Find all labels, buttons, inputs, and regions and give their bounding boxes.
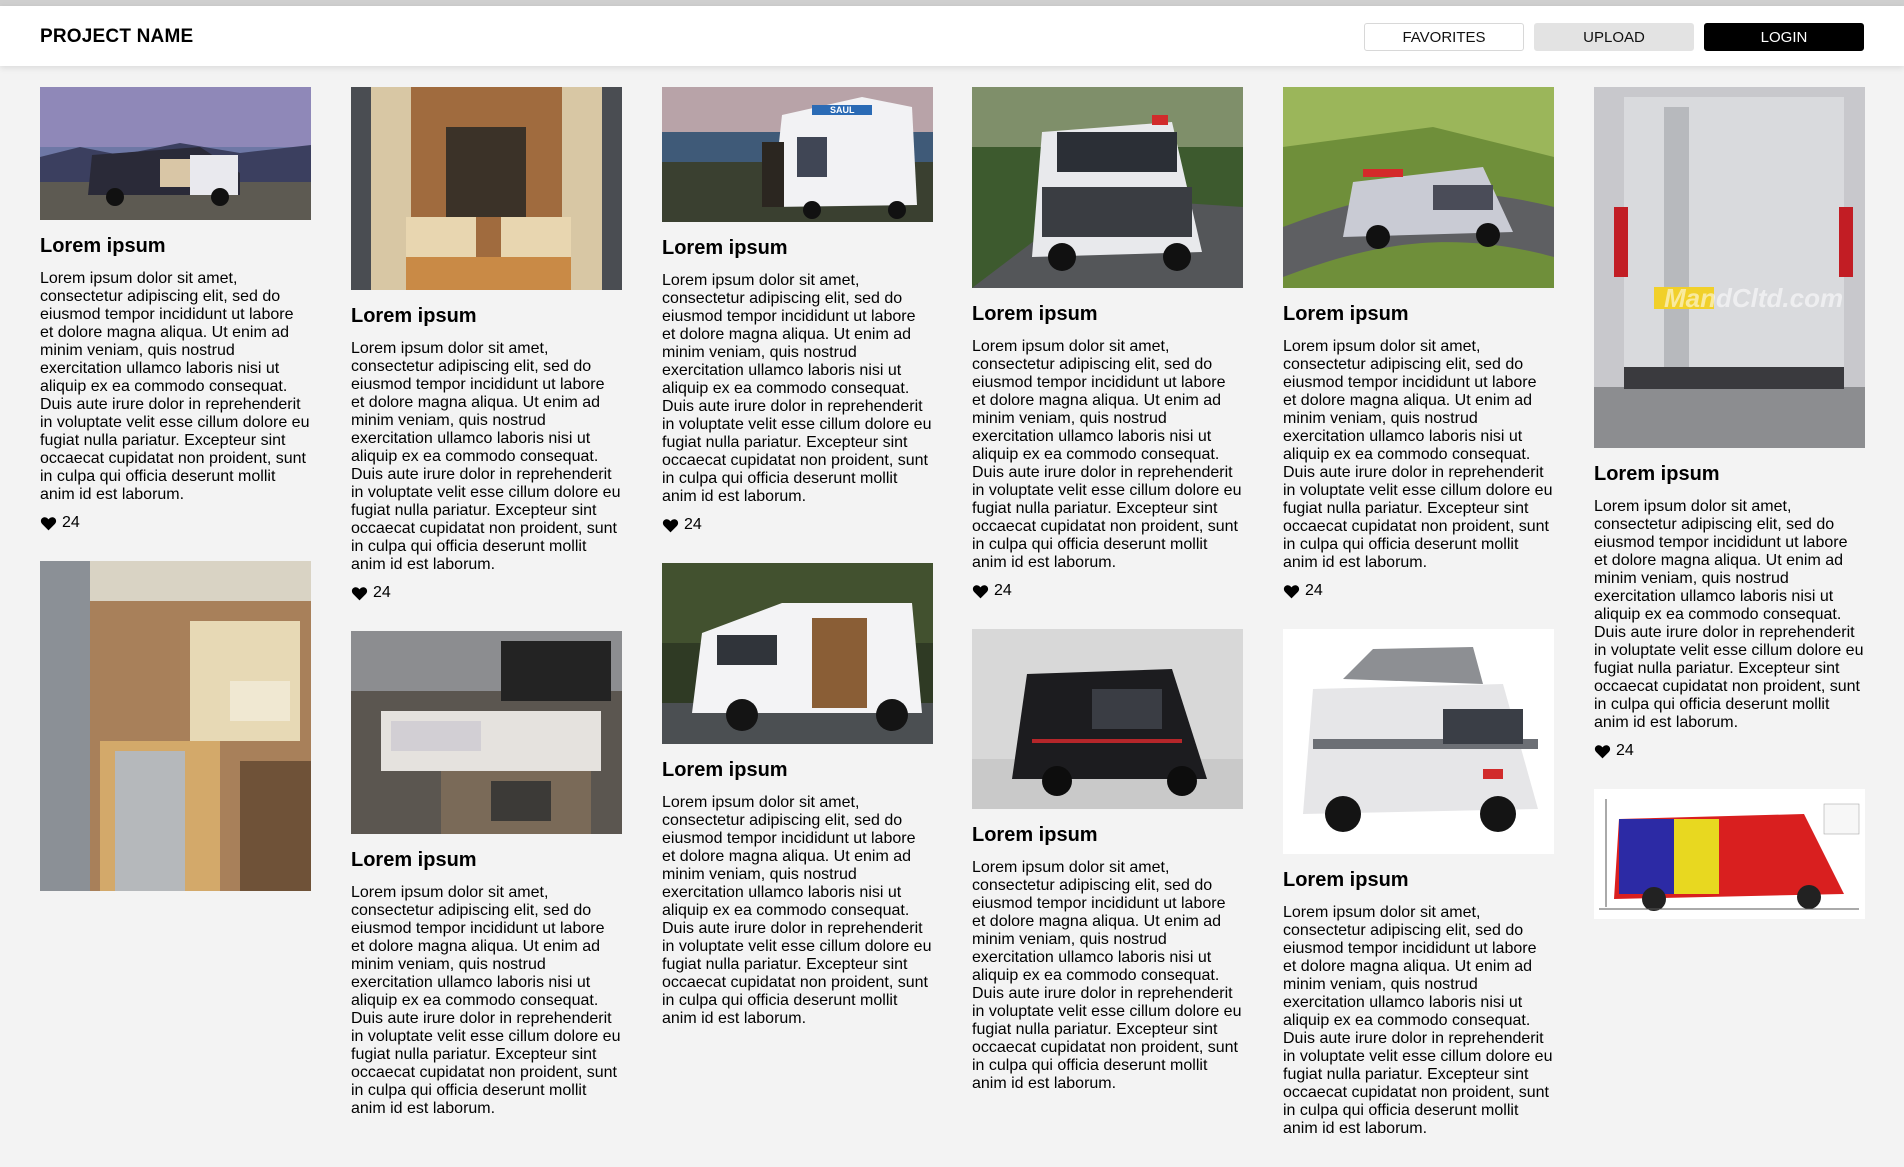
gallery-card: Lorem ipsum Lorem ipsum dolor sit amet, … [972,629,1243,1093]
card-title: Lorem ipsum [351,305,477,327]
like-count: 24 [684,516,702,533]
like-counter[interactable]: 24 [1283,582,1554,600]
like-counter[interactable]: 24 [972,582,1243,600]
camper-van-sunset-photo[interactable] [40,87,311,220]
login-button[interactable]: LOGIN [1704,23,1864,51]
upload-button[interactable]: UPLOAD [1534,23,1694,51]
gallery-column-2: Lorem ipsum Lorem ipsum dolor sit amet, … [351,87,622,1147]
card-description: Lorem ipsum dolor sit amet, consectetur … [1283,338,1553,571]
top-navbar: PROJECT NAME FAVORITES UPLOAD LOGIN [0,6,1904,66]
van-forest-open-door-photo[interactable] [662,563,933,744]
card-description: Lorem ipsum dolor sit amet, consectetur … [662,794,932,1027]
gallery-card: Lorem ipsum Lorem ipsum dolor sit amet, … [662,563,933,1028]
like-counter[interactable]: 24 [40,514,311,532]
gallery-column-1: Lorem ipsum Lorem ipsum dolor sit amet, … [40,87,311,920]
van-rear-view-photo[interactable]: MandCltd.com [1594,87,1865,448]
card-description: Lorem ipsum dolor sit amet, consectetur … [662,272,932,505]
card-description: Lorem ipsum dolor sit amet, consectetur … [972,859,1242,1092]
gallery-card: Lorem ipsum Lorem ipsum dolor sit amet, … [1283,87,1554,600]
card-title: Lorem ipsum [662,237,788,259]
heart-icon[interactable] [1283,584,1300,599]
card-description: Lorem ipsum dolor sit amet, consectetur … [1283,904,1553,1137]
van-lettering: SAUL [830,105,855,115]
gallery-card: SAUL Lorem ipsum Lorem ipsum dolor sit a… [662,87,933,534]
card-title: Lorem ipsum [662,759,788,781]
gallery-card: Lorem ipsum Lorem ipsum dolor sit amet, … [351,87,622,602]
card-title: Lorem ipsum [40,235,166,257]
favorites-button[interactable]: FAVORITES [1364,23,1524,51]
like-count: 24 [62,514,80,531]
like-count: 24 [994,582,1012,599]
van-bed-interior-photo[interactable] [351,631,622,834]
heart-icon[interactable] [40,516,57,531]
gallery-column-4: Lorem ipsum Lorem ipsum dolor sit amet, … [972,87,1243,1122]
heart-icon[interactable] [351,586,368,601]
van-dimensions-diagram-photo[interactable] [1594,789,1865,919]
gallery-card: Lorem ipsum Lorem ipsum dolor sit amet, … [972,87,1243,600]
like-counter[interactable]: 24 [351,584,622,602]
card-title: Lorem ipsum [972,303,1098,325]
card-description: Lorem ipsum dolor sit amet, consectetur … [40,270,310,503]
like-counter[interactable]: 24 [662,516,933,534]
card-description: Lorem ipsum dolor sit amet, consectetur … [972,338,1242,571]
van-rear-interior-photo[interactable] [351,87,622,290]
like-counter[interactable]: 24 [1594,742,1865,760]
van-coast-sunset-photo[interactable]: SAUL [662,87,933,222]
card-description: Lorem ipsum dolor sit amet, consectetur … [351,884,621,1117]
heart-icon[interactable] [1594,744,1611,759]
card-title: Lorem ipsum [351,849,477,871]
card-title: Lorem ipsum [972,824,1098,846]
pop-top-camper-photo[interactable] [1283,629,1554,854]
gallery-card [40,561,311,891]
card-description: Lorem ipsum dolor sit amet, consectetur … [351,340,621,573]
van-mountain-road-photo[interactable] [1283,87,1554,288]
gallery-card: Lorem ipsum Lorem ipsum dolor sit amet, … [351,631,622,1118]
like-count: 24 [373,584,391,601]
van-interior-kitchen-photo[interactable] [40,561,311,891]
gallery-card: Lorem ipsum Lorem ipsum dolor sit amet, … [40,87,311,532]
black-van-studio-photo[interactable] [972,629,1243,809]
gallery-card [1594,789,1865,919]
watermark-text: MandCltd.com [1664,283,1843,313]
gallery-card: MandCltd.com Lorem ipsum Lorem ipsum dol… [1594,87,1865,760]
card-title: Lorem ipsum [1283,303,1409,325]
card-description: Lorem ipsum dolor sit amet, consectetur … [1594,498,1864,731]
heart-icon[interactable] [972,584,989,599]
like-count: 24 [1305,582,1323,599]
like-count: 24 [1616,742,1634,759]
gallery-card: Lorem ipsum Lorem ipsum dolor sit amet, … [1283,629,1554,1138]
van-road-front-photo[interactable] [972,87,1243,288]
nav-buttons: FAVORITES UPLOAD LOGIN [1364,23,1864,51]
gallery-column-6: MandCltd.com Lorem ipsum Lorem ipsum dol… [1594,87,1865,948]
gallery-column-3: SAUL Lorem ipsum Lorem ipsum dolor sit a… [662,87,933,1057]
gallery-column-5: Lorem ipsum Lorem ipsum dolor sit amet, … [1283,87,1554,1167]
card-title: Lorem ipsum [1594,463,1720,485]
project-name: PROJECT NAME [40,26,194,47]
card-title: Lorem ipsum [1283,869,1409,891]
heart-icon[interactable] [662,518,679,533]
